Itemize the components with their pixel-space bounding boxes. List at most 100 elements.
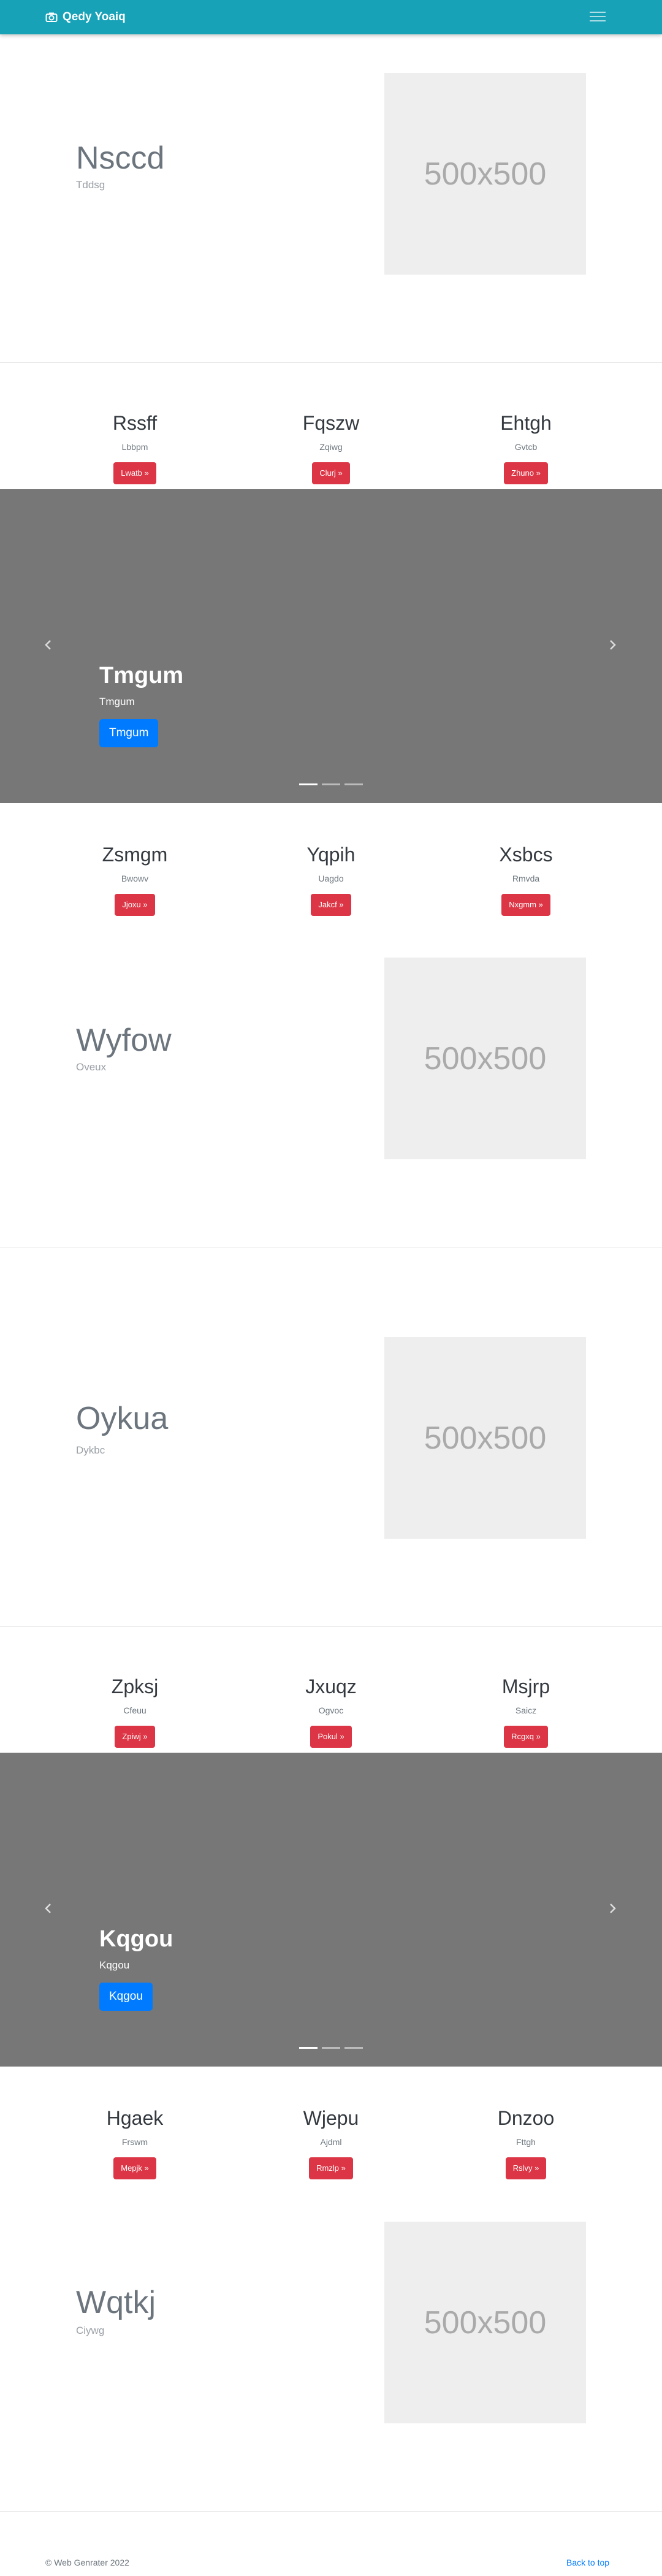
- column-subtitle: Bwowv: [121, 874, 149, 883]
- chevron-left-icon[interactable]: [43, 639, 54, 650]
- column: Jxuqz Ogvoc Pokul »: [245, 1674, 417, 1748]
- column-title: Fqszw: [302, 412, 360, 434]
- column: Xsbcs Rmvda Nxgmm »: [440, 842, 612, 916]
- carousel-indicator[interactable]: [299, 2047, 318, 2049]
- column-subtitle: Cfeuu: [123, 1705, 146, 1715]
- divider: [0, 2511, 662, 2512]
- column-subtitle: Rmvda: [512, 874, 540, 883]
- hamburger-icon-line: [590, 12, 606, 13]
- carousel-caption-text: Kqgou: [99, 1959, 130, 1971]
- feature-section: Wyfow Oveux 500x500: [0, 926, 662, 1248]
- column-button[interactable]: Rmzlp »: [309, 2157, 353, 2179]
- column-button[interactable]: Zhuno »: [504, 462, 548, 484]
- column-title: Jxuqz: [305, 1675, 357, 1698]
- column-subtitle: Gvtcb: [514, 442, 538, 452]
- feature-section: Nsccd Tddsg 500x500: [0, 34, 662, 362]
- carousel-cta-button[interactable]: Tmgum: [99, 719, 159, 747]
- feature-title: Wqtkj: [76, 2285, 156, 2320]
- copyright-text: © Web Genrater 2022: [45, 2558, 129, 2567]
- three-column-row: Zpksj Cfeuu Zpiwj » Jxuqz Ogvoc Pokul » …: [0, 1674, 662, 1754]
- column-subtitle: Frswm: [122, 2137, 148, 2147]
- column: Rssff Lbbpm Lwatb »: [49, 411, 221, 484]
- column-title: Zsmgm: [102, 844, 168, 866]
- column-button[interactable]: Jjoxu »: [115, 894, 155, 916]
- column: Zsmgm Bwowv Jjoxu »: [49, 842, 221, 916]
- carousel-caption-title: Kqgou: [99, 1926, 173, 1952]
- column-title: Yqpih: [306, 844, 356, 866]
- column-button[interactable]: Clurj »: [312, 462, 350, 484]
- carousel-caption-title: Tmgum: [99, 663, 184, 688]
- feature-subtitle: Dykbc: [76, 1444, 105, 1456]
- column-button[interactable]: Zpiwj »: [115, 1726, 155, 1748]
- placeholder-image: 500x500: [384, 1337, 586, 1539]
- three-column-row: Rssff Lbbpm Lwatb » Fqszw Zqiwg Clurj » …: [0, 411, 662, 490]
- column: Dnzoo Fttgh Rslvy »: [440, 2106, 612, 2179]
- column-title: Xsbcs: [499, 844, 553, 866]
- carousel-indicator[interactable]: [344, 783, 363, 785]
- carousel-indicator[interactable]: [299, 783, 318, 785]
- column-subtitle: Ajdml: [320, 2137, 342, 2147]
- column: Fqszw Zqiwg Clurj »: [245, 411, 417, 484]
- hamburger-icon-line: [590, 16, 606, 17]
- column-button[interactable]: Lwatb »: [113, 462, 156, 484]
- feature-title: Nsccd: [76, 140, 165, 176]
- column-title: Dnzoo: [497, 2107, 555, 2129]
- carousel-caption-text: Tmgum: [99, 696, 135, 707]
- column-button[interactable]: Mepjk »: [113, 2157, 156, 2179]
- column-subtitle: Zqiwg: [319, 442, 343, 452]
- column-title: Wjepu: [303, 2107, 359, 2129]
- feature-subtitle: Ciywg: [76, 2325, 105, 2336]
- column-button[interactable]: Pokul »: [310, 1726, 352, 1748]
- carousel-indicator[interactable]: [322, 2047, 340, 2049]
- column-button[interactable]: Jakcf »: [311, 894, 351, 916]
- navbar: Qedy Yoaiq: [0, 0, 662, 34]
- column-title: Zpksj: [111, 1675, 159, 1698]
- feature-section: Oykua Dykbc 500x500: [0, 1248, 662, 1626]
- carousel-indicator[interactable]: [322, 783, 340, 785]
- column: Hgaek Frswm Mepjk »: [49, 2106, 221, 2179]
- placeholder-image: 500x500: [384, 2222, 586, 2423]
- back-to-top-link[interactable]: Back to top: [566, 2558, 609, 2567]
- column: Zpksj Cfeuu Zpiwj »: [49, 1674, 221, 1748]
- column-subtitle: Lbbpm: [121, 442, 148, 452]
- column-button[interactable]: Nxgmm »: [501, 894, 550, 916]
- feature-title: Wyfow: [76, 1023, 172, 1058]
- divider: [0, 362, 662, 363]
- carousel-indicator[interactable]: [344, 2047, 363, 2049]
- column-subtitle: Uagdo: [318, 874, 344, 883]
- chevron-right-icon[interactable]: [607, 1903, 618, 1914]
- column-title: Ehtgh: [500, 412, 552, 434]
- brand-name: Qedy Yoaiq: [63, 10, 126, 23]
- footer: © Web Genrater 2022 Back to top: [0, 2550, 662, 2576]
- column-title: Hgaek: [106, 2107, 164, 2129]
- feature-subtitle: Tddsg: [76, 179, 105, 191]
- placeholder-image: 500x500: [384, 958, 586, 1159]
- menu-toggle-button[interactable]: [588, 9, 607, 25]
- column-subtitle: Ogvoc: [318, 1705, 344, 1715]
- carousel: Tmgum Tmgum Tmgum: [0, 489, 662, 803]
- three-column-row: Zsmgm Bwowv Jjoxu » Yqpih Uagdo Jakcf » …: [0, 842, 662, 922]
- navbar-brand[interactable]: Qedy Yoaiq: [45, 10, 126, 24]
- column: Wjepu Ajdml Rmzlp »: [245, 2106, 417, 2179]
- column-title: Rssff: [112, 412, 158, 434]
- column-subtitle: Fttgh: [516, 2137, 536, 2147]
- column-button[interactable]: Rslvy »: [505, 2157, 547, 2179]
- three-column-row: Hgaek Frswm Mepjk » Wjepu Ajdml Rmzlp » …: [0, 2106, 662, 2185]
- column-title: Msjrp: [501, 1675, 550, 1698]
- feature-title: Oykua: [76, 1401, 169, 1436]
- carousel-cta-button[interactable]: Kqgou: [99, 1983, 153, 2011]
- camera-icon: [45, 12, 58, 22]
- carousel: Kqgou Kqgou Kqgou: [0, 1753, 662, 2067]
- column-button[interactable]: Rcgxq »: [504, 1726, 548, 1748]
- chevron-left-icon[interactable]: [43, 1903, 54, 1914]
- hamburger-icon-line: [590, 20, 606, 21]
- divider: [0, 1626, 662, 1627]
- chevron-right-icon[interactable]: [607, 639, 618, 650]
- column-subtitle: Saicz: [515, 1705, 537, 1715]
- placeholder-image: 500x500: [384, 73, 586, 275]
- column: Ehtgh Gvtcb Zhuno »: [440, 411, 612, 484]
- column: Yqpih Uagdo Jakcf »: [245, 842, 417, 916]
- feature-section: Wqtkj Ciywg 500x500: [0, 2189, 662, 2511]
- feature-subtitle: Oveux: [76, 1061, 107, 1073]
- column: Msjrp Saicz Rcgxq »: [440, 1674, 612, 1748]
